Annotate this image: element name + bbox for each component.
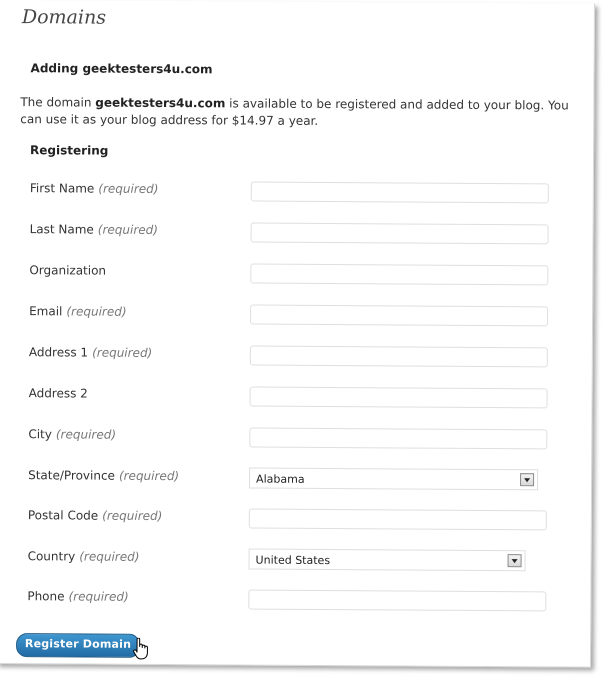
address2-label: Address 2	[29, 386, 88, 400]
address2-input[interactable]	[249, 386, 548, 409]
first-name-label: First Name (required)	[30, 181, 159, 196]
organization-input[interactable]	[250, 263, 549, 286]
description-prefix: The domain	[20, 95, 96, 110]
required-note: (required)	[98, 181, 159, 196]
adding-heading: Adding geektesters4u.com	[30, 61, 213, 77]
postal-code-label: Postal Code (required)	[28, 508, 163, 523]
city-input[interactable]	[249, 427, 548, 450]
state-label: State/Province (required)	[28, 468, 179, 483]
phone-label: Phone (required)	[27, 589, 128, 604]
required-note: (required)	[118, 468, 180, 484]
country-selected-value: United States	[255, 553, 331, 568]
phone-input[interactable]	[248, 589, 547, 612]
required-note: (required)	[92, 345, 153, 360]
domain-name: geektesters4u.com	[95, 95, 226, 111]
page-title: Domains	[21, 6, 107, 29]
city-label-text: City	[28, 427, 52, 442]
last-name-label: Last Name (required)	[30, 222, 158, 237]
state-selected-value: Alabama	[256, 472, 305, 486]
first-name-label-text: First Name	[29, 181, 95, 196]
postal-code-label-text: Postal Code	[27, 508, 99, 523]
required-note: (required)	[97, 222, 159, 237]
register-domain-button[interactable]: Register Domain	[15, 633, 141, 658]
organization-label-text: Organization	[29, 263, 107, 278]
country-select[interactable]: United States	[248, 548, 526, 572]
registering-heading: Registering	[30, 143, 109, 158]
required-note: (required)	[55, 427, 117, 442]
country-label-text: Country	[27, 549, 76, 564]
last-name-label-text: Last Name	[29, 222, 94, 237]
required-note: (required)	[66, 304, 127, 319]
state-select[interactable]: Alabama	[249, 467, 539, 491]
city-label: City (required)	[28, 427, 116, 442]
email-input[interactable]	[250, 304, 549, 327]
required-note: (required)	[102, 508, 163, 524]
address1-input[interactable]	[249, 345, 548, 368]
first-name-input[interactable]	[250, 181, 549, 204]
chevron-down-icon[interactable]	[520, 473, 535, 487]
domains-panel: Domains Adding geektesters4u.com The dom…	[0, 0, 595, 668]
required-note: (required)	[79, 549, 140, 564]
chevron-down-icon[interactable]	[507, 554, 522, 568]
email-label-text: Email	[29, 304, 63, 319]
required-note: (required)	[68, 589, 129, 604]
last-name-input[interactable]	[250, 222, 549, 245]
address1-label: Address 1 (required)	[29, 345, 153, 360]
state-label-text: State/Province	[28, 468, 116, 483]
address1-label-text: Address 1	[28, 345, 89, 360]
address2-label-text: Address 2	[28, 386, 88, 401]
hand-pointer-icon	[133, 637, 148, 660]
country-label: Country (required)	[28, 549, 140, 564]
postal-code-input[interactable]	[248, 508, 547, 531]
phone-label-text: Phone	[27, 589, 65, 604]
domain-description: The domain geektesters4u.com is availabl…	[20, 94, 590, 131]
email-label: Email (required)	[29, 304, 127, 319]
organization-label: Organization	[29, 263, 106, 277]
